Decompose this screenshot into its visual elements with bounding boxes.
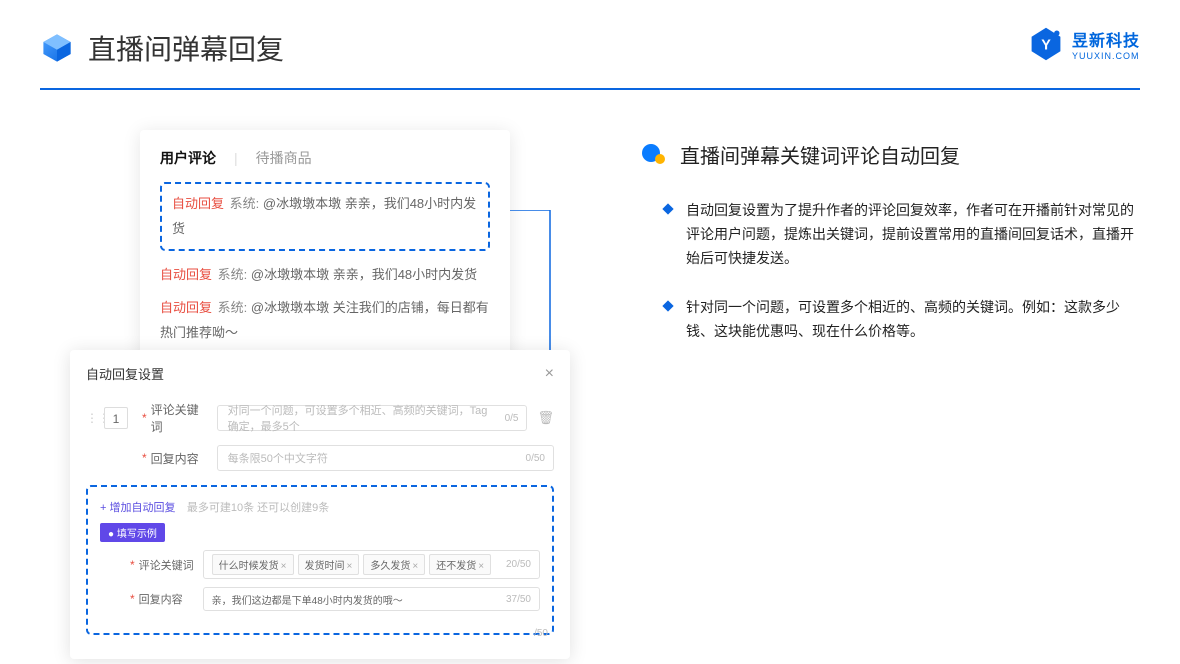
tab-user-comments[interactable]: 用户评论: [160, 148, 216, 168]
logo-name: 昱新科技: [1072, 27, 1140, 51]
svg-text:Y: Y: [1041, 37, 1051, 53]
example-reply-input[interactable]: 亲，我们这边都是下单48小时内发货的哦～ 37/50: [203, 587, 540, 611]
bullet-text: 自动回复设置为了提升作者的评论回复效率，作者可在开播前针对常见的评论用户问题，提…: [686, 199, 1140, 270]
system-tag: 系统:: [230, 196, 260, 211]
example-keyword-row: * 评论关键词 什么时候发货× 发货时间× 多久发货× 还不发货× 20/50: [100, 550, 540, 579]
required-mark: *: [142, 451, 147, 465]
stray-counter: /50: [534, 628, 548, 639]
comments-tabs: 用户评论 | 待播商品: [160, 148, 490, 168]
keyword-tag[interactable]: 多久发货×: [363, 554, 425, 575]
highlighted-comment: 自动回复 系统: @冰墩墩本墩 亲亲，我们48小时内发货: [160, 182, 490, 251]
page-title: 直播间弹幕回复: [88, 28, 284, 68]
cube-icon: [40, 31, 74, 65]
reply-label: 回复内容: [151, 450, 207, 467]
description-column: 直播间弹幕关键词评论自动回复 自动回复设置为了提升作者的评论回复效率，作者可在开…: [590, 130, 1140, 610]
example-reply-label: 回复内容: [139, 591, 195, 607]
comment-row: 自动回复 系统: @冰墩墩本墩 亲亲，我们48小时内发货: [160, 263, 490, 288]
reply-input[interactable]: 每条限50个中文字符 0/50: [217, 445, 554, 471]
bubble-icon: [640, 143, 668, 167]
keyword-tag[interactable]: 发货时间×: [298, 554, 360, 575]
auto-reply-settings-dialog: 自动回复设置 × ⋮⋮ 1 * 评论关键词 对同一个问题，可设置多个相近、高频的…: [70, 350, 570, 659]
example-section: + 增加自动回复 最多可建10条 还可以创建9条 ● 填写示例 * 评论关键词 …: [86, 485, 554, 635]
bullet-text: 针对同一个问题，可设置多个相近的、高频的关键词。例如：这款多少钱、这块能优惠吗、…: [686, 296, 1140, 344]
drag-handle-icon[interactable]: ⋮⋮: [86, 411, 98, 425]
tab-pending-products[interactable]: 待播商品: [256, 148, 312, 168]
tab-separator: |: [234, 150, 238, 166]
section-title: 直播间弹幕关键词评论自动回复: [680, 140, 960, 169]
example-reply-row: * 回复内容 亲，我们这边都是下单48小时内发货的哦～ 37/50: [100, 587, 540, 611]
example-keyword-counter: 20/50: [506, 559, 531, 570]
example-reply-counter: 37/50: [506, 594, 531, 605]
reply-counter: 0/50: [526, 453, 545, 464]
auto-reply-tag: 自动回复: [172, 196, 224, 211]
keyword-counter: 0/5: [505, 413, 519, 424]
diamond-bullet-icon: [662, 203, 673, 214]
example-keyword-input[interactable]: 什么时候发货× 发货时间× 多久发货× 还不发货× 20/50: [203, 550, 540, 579]
required-mark: *: [142, 411, 147, 425]
keyword-row: ⋮⋮ 1 * 评论关键词 对同一个问题，可设置多个相近、高频的关键词，Tag确定…: [86, 401, 554, 435]
diamond-bullet-icon: [662, 301, 673, 312]
page-header: 直播间弹幕回复 Y 昱新科技 YUUXIN.COM: [0, 0, 1180, 68]
bullet-item: 针对同一个问题，可设置多个相近的、高频的关键词。例如：这款多少钱、这块能优惠吗、…: [640, 296, 1140, 344]
dialog-title: 自动回复设置: [86, 364, 164, 383]
sequence-number: 1: [104, 407, 128, 429]
logo-domain: YUUXIN.COM: [1072, 51, 1140, 61]
screenshots-area: 用户评论 | 待播商品 自动回复 系统: @冰墩墩本墩 亲亲，我们48小时内发货…: [80, 130, 590, 610]
reply-row: * 回复内容 每条限50个中文字符 0/50: [86, 445, 554, 471]
logo-icon: Y: [1028, 26, 1064, 62]
add-auto-reply-link[interactable]: + 增加自动回复: [100, 502, 175, 514]
example-badge: ● 填写示例: [100, 523, 165, 542]
keyword-tag[interactable]: 还不发货×: [429, 554, 491, 575]
close-icon[interactable]: ×: [545, 365, 554, 383]
keyword-input[interactable]: 对同一个问题，可设置多个相近、高频的关键词，Tag确定，最多5个 0/5: [217, 405, 528, 431]
comment-row: 自动回复 系统: @冰墩墩本墩 关注我们的店铺，每日都有热门推荐呦～: [160, 296, 490, 345]
keyword-tag[interactable]: 什么时候发货×: [212, 554, 294, 575]
delete-icon[interactable]: 🗑: [537, 410, 554, 426]
brand-logo: Y 昱新科技 YUUXIN.COM: [1028, 26, 1140, 62]
keyword-label: 评论关键词: [151, 401, 207, 435]
bullet-item: 自动回复设置为了提升作者的评论回复效率，作者可在开播前针对常见的评论用户问题，提…: [640, 199, 1140, 270]
add-hint: 最多可建10条 还可以创建9条: [187, 502, 329, 514]
example-keyword-label: 评论关键词: [139, 557, 195, 573]
